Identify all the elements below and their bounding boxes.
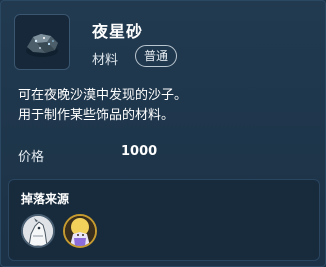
drop-source-avatar[interactable] xyxy=(63,214,97,248)
price-value: 1000 xyxy=(121,144,158,159)
white-creature-avatar-icon xyxy=(23,216,53,246)
item-name: 夜星砂 xyxy=(92,22,144,41)
drop-sources-title: 掉落来源 xyxy=(21,192,70,206)
item-type: 材料 xyxy=(92,53,119,68)
item-icon-frame xyxy=(14,14,70,70)
rarity-badge: 普通 xyxy=(135,45,177,67)
price-label: 价格 xyxy=(18,150,45,165)
description-line: 用于制作某些饰品的材料。 xyxy=(18,108,175,123)
drop-source-avatar[interactable] xyxy=(21,214,55,248)
item-description: 可在夜晚沙漠中发现的沙子。 用于制作某些饰品的材料。 xyxy=(18,86,187,126)
description-line: 可在夜晚沙漠中发现的沙子。 xyxy=(18,88,188,103)
item-tooltip-card: 夜星砂 材料 普通 可在夜晚沙漠中发现的沙子。 用于制作某些饰品的材料。 价格 … xyxy=(0,0,326,267)
drop-sources-panel: 掉落来源 xyxy=(8,179,320,261)
star-sand-icon xyxy=(26,34,58,57)
golden-creature-avatar-icon xyxy=(65,216,95,246)
